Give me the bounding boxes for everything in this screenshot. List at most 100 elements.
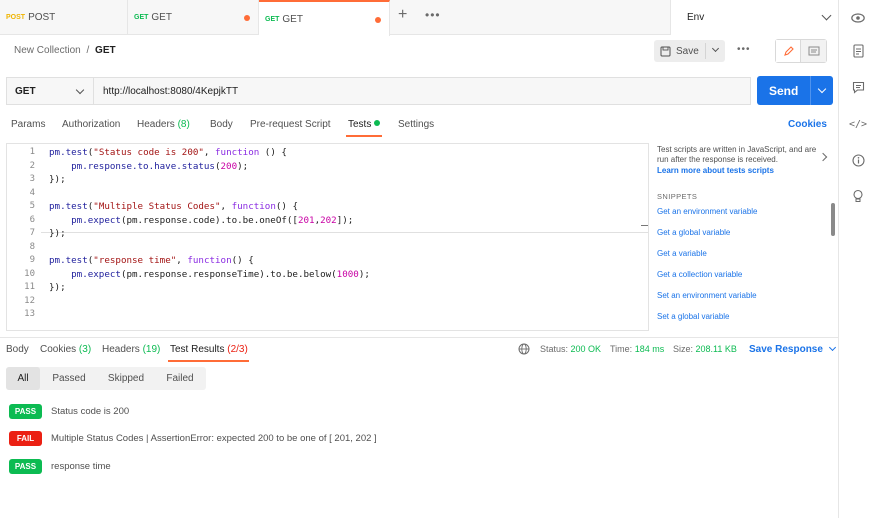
- request-tab-bar: POST POST GET GET GET GET + ••• Env: [0, 0, 838, 36]
- tests-description: Test scripts are written in JavaScript, …: [657, 145, 817, 164]
- response-status: Status: 200 OK: [540, 344, 601, 354]
- request-tab-get-2[interactable]: GET GET: [259, 0, 390, 36]
- code-line: });: [49, 174, 66, 185]
- lightbulb-icon[interactable]: [851, 189, 865, 203]
- chevron-right-icon[interactable]: [818, 152, 828, 162]
- chevron-down-icon: [828, 343, 836, 352]
- line-number: 9: [29, 255, 35, 265]
- response-tab-test-results[interactable]: Test Results (2/3): [170, 344, 248, 355]
- code-icon[interactable]: </>: [849, 117, 867, 131]
- snippet-item[interactable]: Set an environment variable: [657, 291, 757, 300]
- save-response-button[interactable]: Save Response: [749, 343, 836, 355]
- size-label: Size:: [673, 344, 694, 354]
- unsaved-dot-icon: [244, 15, 250, 21]
- response-divider[interactable]: [0, 337, 838, 338]
- filter-skipped[interactable]: Skipped: [100, 367, 152, 390]
- send-divider: [810, 76, 811, 105]
- response-tab-cookies-label: Cookies: [40, 344, 77, 355]
- time-value: 184 ms: [634, 344, 665, 354]
- code-line: });: [49, 228, 66, 239]
- tab-authorization[interactable]: Authorization: [62, 119, 120, 130]
- response-time: Time: 184 ms: [610, 344, 664, 354]
- tests-status-dot-icon: [374, 120, 381, 126]
- save-label: Save: [676, 45, 699, 57]
- chevron-down-icon: [75, 85, 85, 95]
- send-button[interactable]: Send: [757, 76, 833, 105]
- result-text: Multiple Status Codes | AssertionError: …: [51, 433, 377, 444]
- url-input[interactable]: http://localhost:8080/4KepjkTT: [93, 77, 751, 105]
- snippets-heading: SNIPPETS: [657, 192, 698, 201]
- tab-headers[interactable]: Headers (8): [137, 119, 190, 130]
- comments-icon[interactable]: [851, 80, 865, 94]
- send-label: Send: [769, 83, 799, 98]
- line-number-gutter: 1 2 3 4 5 6 7 8 9 10 11 12 13: [7, 144, 41, 330]
- filter-passed[interactable]: Passed: [44, 367, 94, 390]
- tab-label: GET: [282, 13, 303, 25]
- line-number: 4: [29, 187, 35, 198]
- tab-settings[interactable]: Settings: [398, 119, 434, 130]
- code-line: pm.expect(pm.response.responseTime).to.b…: [71, 268, 370, 280]
- line-number: 11: [24, 282, 35, 292]
- edit-pencil-icon[interactable]: [776, 40, 801, 62]
- breadcrumb-request[interactable]: GET: [95, 45, 116, 56]
- breadcrumb: New Collection / GET: [14, 45, 116, 56]
- learn-more-link[interactable]: Learn more about tests scripts: [657, 166, 774, 175]
- snippet-item[interactable]: Get a collection variable: [657, 270, 742, 279]
- cookies-link[interactable]: Cookies: [788, 119, 827, 130]
- right-sidebar: </>: [838, 0, 875, 518]
- snippets-scrollbar[interactable]: [831, 203, 835, 236]
- network-globe-icon[interactable]: [518, 343, 530, 357]
- code-line: pm.test("Status code is 200", function (…: [49, 147, 287, 158]
- status-value: 200 OK: [570, 344, 602, 354]
- comment-view-icon[interactable]: [801, 40, 826, 62]
- response-tab-body[interactable]: Body: [6, 344, 29, 355]
- code-line: pm.response.to.have.status(200);: [71, 160, 249, 172]
- method-value: GET: [15, 85, 36, 97]
- response-tab-headers-label: Headers: [102, 344, 140, 355]
- save-divider: [705, 43, 706, 59]
- environment-selector[interactable]: Env: [670, 0, 838, 35]
- editor-scroll-marker: [641, 225, 648, 226]
- chevron-down-icon: [821, 10, 832, 21]
- snippet-item[interactable]: Get a variable: [657, 249, 707, 258]
- active-response-tab-indicator: [168, 360, 249, 362]
- tab-more-icon[interactable]: •••: [425, 8, 441, 22]
- eye-icon[interactable]: [851, 11, 865, 25]
- request-tab-get-1[interactable]: GET GET: [128, 0, 259, 35]
- active-tab-indicator: [346, 135, 382, 137]
- tests-code-editor[interactable]: 1 2 3 4 5 6 7 8 9 10 11 12 13 pm.test("S…: [6, 143, 649, 331]
- pass-badge: PASS: [9, 459, 42, 474]
- code-line: pm.test("response time", function() {: [49, 255, 254, 266]
- tab-body[interactable]: Body: [210, 119, 233, 130]
- save-icon: [660, 46, 671, 56]
- snippet-item[interactable]: Get a global variable: [657, 228, 730, 237]
- snippet-item[interactable]: Get an environment variable: [657, 207, 758, 216]
- tab-params[interactable]: Params: [11, 119, 45, 130]
- documentation-icon[interactable]: [851, 44, 865, 58]
- code-line: pm.test("Multiple Status Codes", functio…: [49, 201, 298, 212]
- snippet-item[interactable]: Set a global variable: [657, 312, 730, 321]
- more-actions-icon[interactable]: •••: [737, 44, 751, 55]
- filter-all[interactable]: All: [6, 367, 40, 390]
- line-number: 12: [24, 295, 35, 306]
- status-label: Status:: [540, 344, 569, 354]
- method-label: GET: [134, 14, 149, 21]
- info-icon[interactable]: [851, 153, 865, 167]
- save-button[interactable]: Save: [654, 40, 725, 62]
- request-tab-post[interactable]: POST POST: [0, 0, 128, 35]
- line-number: 7: [29, 228, 35, 238]
- response-tab-headers[interactable]: Headers (19): [102, 344, 160, 355]
- breadcrumb-collection[interactable]: New Collection: [14, 45, 81, 56]
- response-tab-cookies[interactable]: Cookies (3): [40, 344, 91, 355]
- line-number: 10: [24, 268, 35, 279]
- new-tab-plus-icon[interactable]: +: [398, 6, 407, 24]
- test-result-filters: All Passed Skipped Failed: [6, 367, 206, 390]
- tab-tests[interactable]: Tests: [348, 119, 381, 130]
- chevron-down-icon[interactable]: [711, 44, 720, 53]
- tab-pre-request-script[interactable]: Pre-request Script: [250, 119, 331, 130]
- filter-failed[interactable]: Failed: [158, 367, 202, 390]
- environment-label: Env: [687, 12, 705, 23]
- method-select[interactable]: GET: [6, 77, 93, 105]
- response-tab-test-results-count: (2/3): [227, 344, 248, 355]
- chevron-down-icon[interactable]: [817, 84, 827, 94]
